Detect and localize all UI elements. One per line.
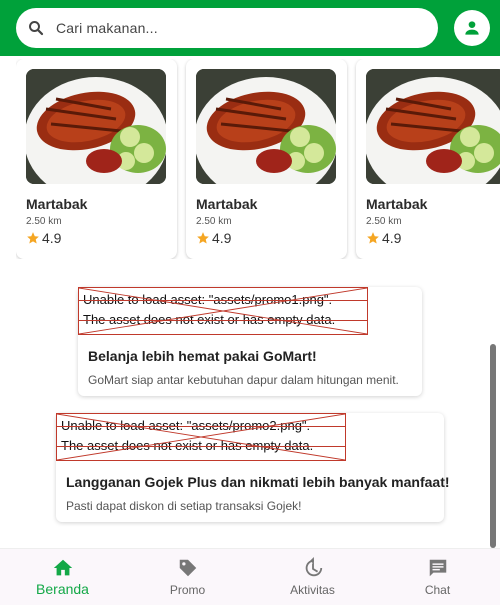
- nav-item-promo[interactable]: Promo: [125, 549, 250, 605]
- search-icon: [26, 18, 46, 38]
- profile-button[interactable]: [454, 10, 490, 46]
- promo-card[interactable]: Unable to load asset: "assets/promo2.png…: [56, 413, 450, 522]
- nav-label: Promo: [169, 583, 206, 597]
- food-name: Martabak: [366, 196, 428, 212]
- rating-value: 4.9: [212, 230, 232, 246]
- promo-description: Pasti dapat diskon di setiap transaksi G…: [66, 499, 302, 513]
- tag-icon: [179, 559, 196, 577]
- promo-description: GoMart siap antar kebutuhan dapur dalam …: [88, 373, 399, 387]
- promo-title: Langganan Gojek Plus dan nikmati lebih b…: [66, 474, 450, 490]
- rating-value: 4.9: [42, 230, 62, 246]
- food-rating: 4.9: [26, 230, 61, 246]
- app-bar: Cari makanan...: [0, 0, 500, 56]
- person-icon: [465, 21, 479, 35]
- chat-icon: [429, 559, 446, 577]
- food-name: Martabak: [196, 196, 258, 212]
- food-image: [366, 69, 500, 184]
- nav-item-chat[interactable]: Chat: [375, 549, 500, 605]
- search-placeholder: Cari makanan...: [56, 20, 158, 36]
- star-icon: [197, 232, 209, 244]
- food-card[interactable]: Martabak 2.50 km 4.9: [16, 59, 177, 259]
- food-image: [26, 69, 166, 184]
- food-rating: 4.9: [196, 230, 231, 246]
- rating-value: 4.9: [382, 230, 402, 246]
- food-image: [196, 69, 336, 184]
- food-card[interactable]: Martabak 2.50 km 4.9: [356, 59, 500, 259]
- nav-label: Chat: [424, 583, 451, 597]
- food-rating: 4.9: [366, 230, 401, 246]
- nav-label: Aktivitas: [290, 583, 335, 597]
- history-icon: [305, 557, 322, 577]
- food-name: Martabak: [26, 196, 88, 212]
- star-icon: [367, 232, 379, 244]
- food-card-list: Martabak 2.50 km 4.9 Martabak 2.50 km 4.…: [16, 59, 500, 259]
- scrollbar[interactable]: [490, 344, 496, 548]
- food-card[interactable]: Martabak 2.50 km 4.9: [186, 59, 347, 259]
- nav-label: Beranda: [36, 581, 89, 597]
- nav-item-beranda[interactable]: Beranda: [0, 549, 125, 605]
- food-distance: 2.50 km: [196, 216, 232, 227]
- image-error-placeholder: Unable to load asset: "assets/promo1.png…: [78, 287, 368, 335]
- home-icon: [53, 559, 72, 576]
- nav-item-aktivitas[interactable]: Aktivitas: [250, 549, 375, 605]
- promo-card[interactable]: Unable to load asset: "assets/promo1.png…: [78, 287, 422, 396]
- bottom-navigation: Beranda Promo Aktivitas Chat: [0, 548, 500, 605]
- image-error-placeholder: Unable to load asset: "assets/promo2.png…: [56, 413, 346, 461]
- star-icon: [27, 232, 39, 244]
- search-bar[interactable]: Cari makanan...: [16, 8, 438, 48]
- food-distance: 2.50 km: [366, 216, 402, 227]
- promo-title: Belanja lebih hemat pakai GoMart!: [88, 348, 317, 364]
- food-distance: 2.50 km: [26, 216, 62, 227]
